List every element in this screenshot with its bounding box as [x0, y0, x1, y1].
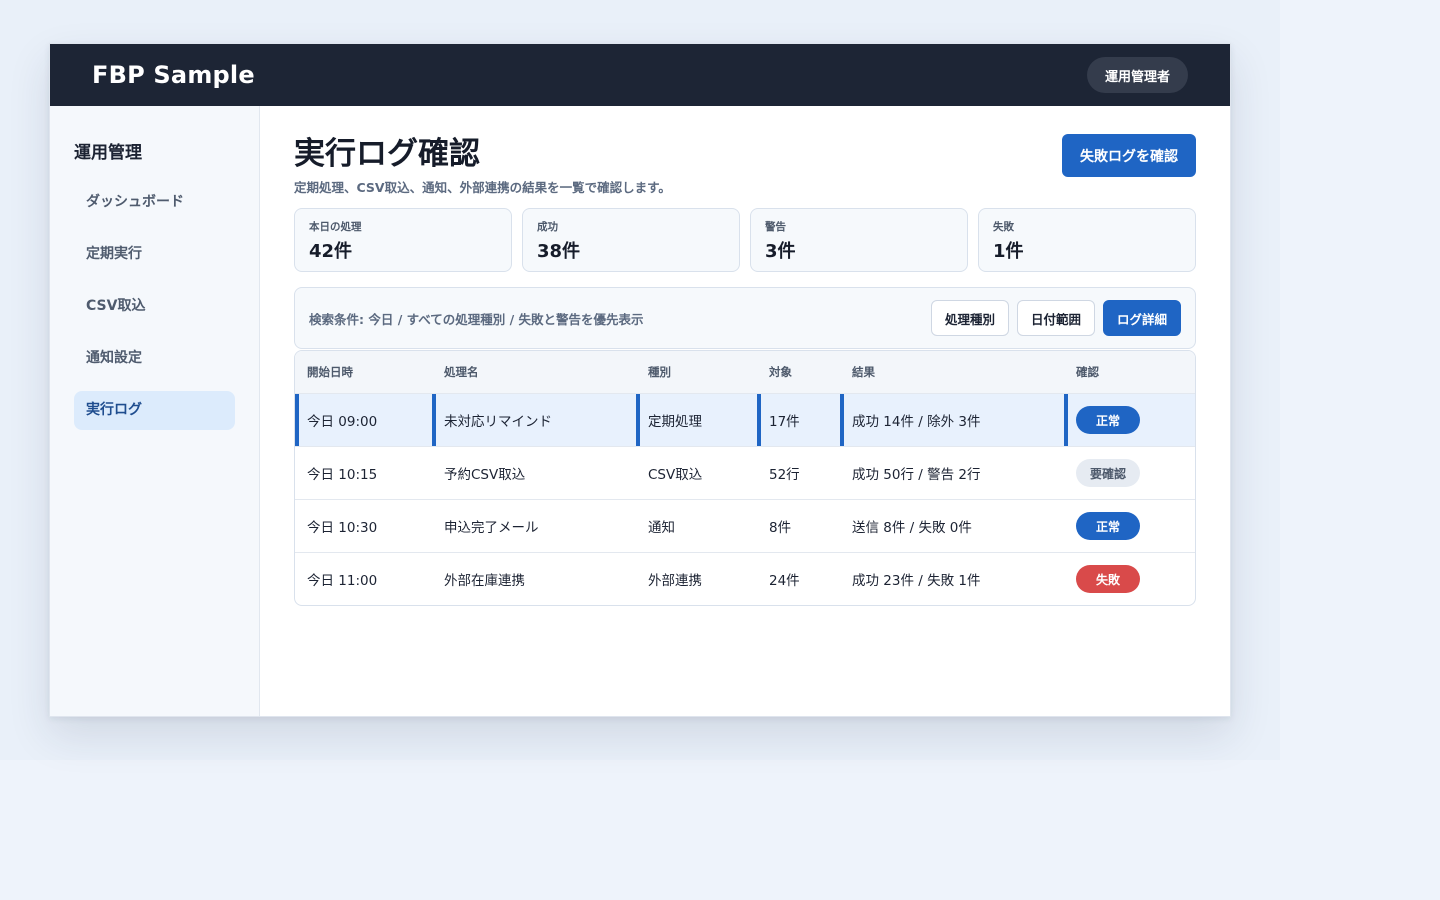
- status-badge[interactable]: 正常: [1076, 406, 1140, 434]
- stat-label: 成功: [537, 221, 558, 233]
- filter-actions: 処理種別 日付範囲 ログ詳細: [930, 300, 1181, 336]
- cell-target: 8件: [769, 520, 792, 536]
- table-header-row: 開始日時 処理名 種別 対象 結果 確認: [295, 351, 1195, 393]
- stat-label: 失敗: [993, 221, 1014, 233]
- cell-name: 予約CSV取込: [444, 467, 526, 483]
- page-title: 実行ログ確認: [294, 136, 480, 172]
- page-header: 実行ログ確認 定期処理、CSV取込、通知、外部連携の結果を一覧で確認します。 失…: [294, 134, 1196, 196]
- sidebar-item-scheduled[interactable]: 定期実行: [74, 235, 235, 274]
- cell-target: 17件: [757, 394, 840, 446]
- cell-type: 通知: [648, 520, 675, 536]
- sidebar-title: 運用管理: [74, 143, 142, 163]
- stat-value: 3件: [765, 241, 796, 262]
- stat-card-today: 本日の処理 42件: [294, 208, 512, 272]
- user-role-button[interactable]: 運用管理者: [1086, 57, 1188, 93]
- stat-card-success: 成功 38件: [522, 208, 740, 272]
- cell-type: 外部連携: [648, 573, 702, 589]
- log-details-button[interactable]: ログ詳細: [1102, 300, 1181, 336]
- table-row[interactable]: 今日 09:00 未対応リマインド 定期処理 17件 成功 14件 / 除外 3…: [295, 393, 1195, 446]
- top-bar: FBP Sample 運用管理者: [50, 44, 1230, 106]
- cell-name: 外部在庫連携: [444, 573, 525, 589]
- status-badge[interactable]: 要確認: [1076, 459, 1140, 487]
- cell-status: 正常: [1064, 394, 1195, 446]
- app-window: FBP Sample 運用管理者 運用管理 ダッシュボード 定期実行 CSV取込…: [49, 43, 1231, 717]
- table-row[interactable]: 今日 10:30 申込完了メール 通知 8件 送信 8件 / 失敗 0件 正常: [295, 499, 1195, 552]
- cell-name: 申込完了メール: [444, 520, 539, 536]
- cell-start: 今日 10:15: [307, 467, 378, 483]
- cell-start: 今日 10:30: [307, 520, 378, 536]
- cell-status: 失敗: [1064, 553, 1195, 605]
- stat-value: 42件: [309, 241, 353, 262]
- sidebar-item-csv-import[interactable]: CSV取込: [74, 287, 235, 326]
- sidebar-item-execution-log[interactable]: 実行ログ: [74, 391, 235, 430]
- sidebar: 運用管理 ダッシュボード 定期実行 CSV取込 通知設定 実行ログ: [50, 106, 260, 716]
- app-brand: FBP Sample: [92, 61, 255, 89]
- stat-label: 警告: [765, 221, 786, 233]
- column-header-result[interactable]: 結果: [840, 351, 1064, 393]
- table-row[interactable]: 今日 10:15 予約CSV取込 CSV取込 52行 成功 50行 / 警告 2…: [295, 446, 1195, 499]
- cell-start: 今日 11:00: [307, 573, 378, 589]
- stat-value: 38件: [537, 241, 581, 262]
- cell-result: 成功 23件 / 失敗 1件: [852, 573, 981, 589]
- column-header-start[interactable]: 開始日時: [295, 351, 432, 393]
- cell-target: 24件: [769, 573, 800, 589]
- page-heading: 実行ログ確認 定期処理、CSV取込、通知、外部連携の結果を一覧で確認します。: [294, 134, 671, 196]
- cell-type: 定期処理: [636, 394, 757, 446]
- sidebar-item-notifications[interactable]: 通知設定: [74, 339, 235, 378]
- stats-row: 本日の処理 42件 成功 38件 警告 3件 失敗 1件: [294, 208, 1196, 272]
- log-table: 開始日時 処理名 種別 対象 結果 確認 今日 09:00 未対応リマインド 定…: [294, 350, 1196, 606]
- stat-card-warning: 警告 3件: [750, 208, 968, 272]
- column-header-type[interactable]: 種別: [636, 351, 757, 393]
- cell-result: 成功 14件 / 除外 3件: [840, 394, 1064, 446]
- status-badge[interactable]: 正常: [1076, 512, 1140, 540]
- filter-bar: 検索条件: 今日 / すべての処理種別 / 失敗と警告を優先表示 処理種別 日付…: [294, 287, 1196, 349]
- stat-label: 本日の処理: [309, 221, 362, 233]
- column-header-name[interactable]: 処理名: [432, 351, 636, 393]
- cell-start: 今日 09:00: [295, 394, 432, 446]
- main-content: 実行ログ確認 定期処理、CSV取込、通知、外部連携の結果を一覧で確認します。 失…: [260, 106, 1230, 716]
- cell-status: 要確認: [1064, 447, 1195, 499]
- stat-card-failed: 失敗 1件: [978, 208, 1196, 272]
- view-failed-logs-button[interactable]: 失敗ログを確認: [1062, 134, 1196, 177]
- sidebar-item-dashboard[interactable]: ダッシュボード: [74, 183, 235, 222]
- cell-name: 未対応リマインド: [432, 394, 636, 446]
- column-header-status[interactable]: 確認: [1064, 351, 1195, 393]
- status-badge[interactable]: 失敗: [1076, 565, 1140, 593]
- table-row[interactable]: 今日 11:00 外部在庫連携 外部連携 24件 成功 23件 / 失敗 1件 …: [295, 552, 1195, 605]
- page-subtitle: 定期処理、CSV取込、通知、外部連携の結果を一覧で確認します。: [294, 180, 671, 195]
- stat-value: 1件: [993, 241, 1024, 262]
- process-type-button[interactable]: 処理種別: [930, 300, 1009, 336]
- cell-result: 送信 8件 / 失敗 0件: [852, 520, 972, 536]
- cell-target: 52行: [769, 467, 800, 483]
- cell-type: CSV取込: [648, 467, 703, 483]
- filter-summary: 検索条件: 今日 / すべての処理種別 / 失敗と警告を優先表示: [309, 311, 644, 327]
- date-range-button[interactable]: 日付範囲: [1016, 300, 1095, 336]
- column-header-target[interactable]: 対象: [757, 351, 840, 393]
- cell-status: 正常: [1064, 500, 1195, 552]
- cell-result: 成功 50行 / 警告 2行: [852, 467, 981, 483]
